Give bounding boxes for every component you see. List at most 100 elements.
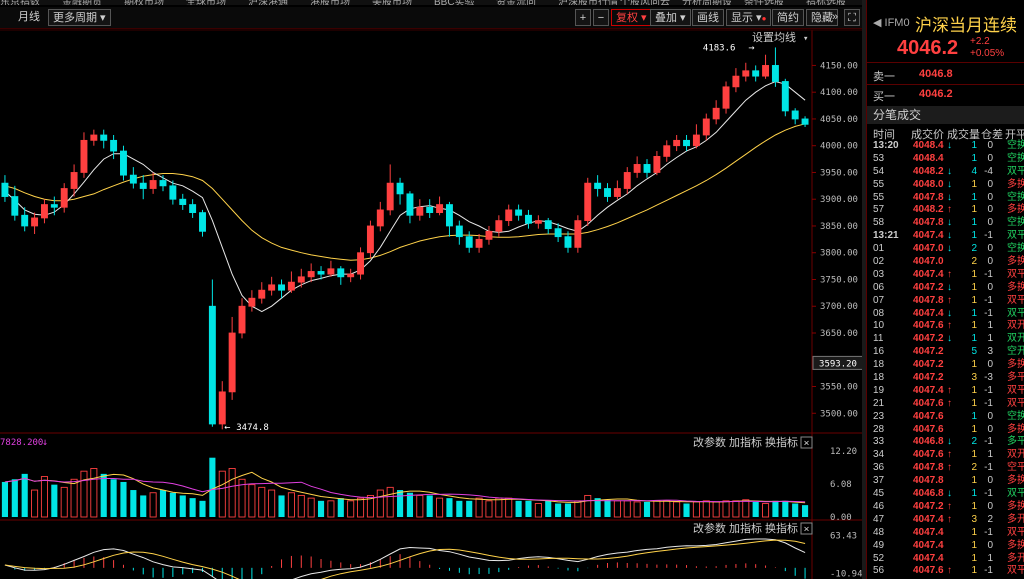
tick-time: 46 xyxy=(873,500,885,512)
volume-bar xyxy=(702,500,710,518)
tick-volume: 1 xyxy=(971,397,977,409)
volume-bar xyxy=(11,479,18,517)
volume-panel-swap-indicator-button[interactable]: 换指标 xyxy=(765,435,798,449)
tick-row: 10 4047.6↑ 11 双开 xyxy=(867,320,1024,333)
arrow-up-icon: ↑ xyxy=(947,397,952,409)
candle-body xyxy=(258,289,266,299)
volume-bar xyxy=(376,489,384,518)
tick-oi-change: -1 xyxy=(984,488,993,500)
volume-bar xyxy=(525,500,532,517)
tick-volume: 2 xyxy=(971,243,977,255)
tick-row: 28 4047.6 10 多换 xyxy=(867,424,1024,437)
candle-body xyxy=(90,134,98,141)
candle-body xyxy=(159,180,167,187)
tick-price: 4047.4 xyxy=(913,526,944,538)
volume-bar xyxy=(782,500,789,517)
arrow-down-icon: ↓ xyxy=(947,178,952,190)
tick-type: 双平 xyxy=(1007,268,1024,280)
candle-body xyxy=(722,86,730,109)
tick-price: 4047.4 xyxy=(913,513,944,525)
candle-body xyxy=(732,75,740,88)
volume-bar xyxy=(801,505,809,517)
chevron-down-icon: ▾ xyxy=(803,34,808,44)
tick-oi-change: -1 xyxy=(984,565,993,577)
candle-body xyxy=(208,305,216,425)
osc-panel-swap-indicator-button[interactable]: 换指标 xyxy=(765,521,798,535)
tick-price: 4047.4 xyxy=(913,307,944,319)
volume-bar xyxy=(278,495,285,517)
volume-bar xyxy=(555,503,562,517)
tick-section-title[interactable]: 分笔成交 xyxy=(867,106,1024,124)
price-change-abs: +2.2 xyxy=(970,36,990,47)
tick-time: 11 xyxy=(873,333,884,345)
candle-body xyxy=(50,204,58,208)
candle-body xyxy=(544,220,552,230)
y-tick-label: 3900.00 xyxy=(820,195,858,205)
tick-type: 多换 xyxy=(1007,359,1024,371)
kline-chart[interactable]: 4150.00 4100.00 4050.00 4000.00 3950.00 3900.… xyxy=(0,0,862,579)
tick-list[interactable]: 13:204048.4↓10空换534048.410空换544048.2↓4-4… xyxy=(867,140,1024,578)
tick-volume: 1 xyxy=(971,191,977,203)
tick-price: 4048.0 xyxy=(913,178,944,190)
candle-body xyxy=(781,81,789,112)
candle-body xyxy=(278,284,285,291)
tick-volume: 1 xyxy=(971,178,977,190)
high-price-label: 4183.6 xyxy=(703,43,736,53)
tick-oi-change: 0 xyxy=(987,256,993,268)
tick-type: 双平 xyxy=(1007,307,1024,319)
candle-body xyxy=(366,225,374,254)
candle-body xyxy=(376,209,384,227)
tick-time: 55 xyxy=(873,191,885,203)
osc-panel-edit-params-button[interactable]: 改参数 xyxy=(693,521,726,535)
volume-bar xyxy=(287,492,295,518)
volume-bar xyxy=(446,498,453,517)
candle-body xyxy=(554,228,562,238)
y-tick-label: 3750.00 xyxy=(820,275,858,285)
tick-oi-change: 0 xyxy=(987,281,993,293)
arrow-down-icon: ↓ xyxy=(947,281,952,293)
tick-volume: 1 xyxy=(971,204,977,216)
volume-bar xyxy=(51,484,58,517)
tick-type: 空换 xyxy=(1007,217,1024,229)
volume-panel-edit-params-button[interactable]: 改参数 xyxy=(693,435,726,449)
tick-type: 双平 xyxy=(1007,294,1024,306)
tick-type: 多换 xyxy=(1007,500,1024,512)
tick-oi-change: -1 xyxy=(984,230,993,242)
tick-price: 4047.2 xyxy=(913,359,944,371)
osc-panel-add-indicator-button[interactable]: 加指标 xyxy=(729,521,762,535)
candle-body xyxy=(317,271,325,275)
triangle-left-icon: ◀ xyxy=(873,17,885,29)
contract-code-label: IFM0 xyxy=(884,17,910,29)
tick-time: 23 xyxy=(873,410,885,422)
candle-body xyxy=(712,107,720,120)
arrow-up-icon: ↑ xyxy=(947,449,952,461)
volume-bar xyxy=(742,499,750,518)
last-price: 4046.2 xyxy=(897,37,959,59)
volume-panel-add-indicator-button[interactable]: 加指标 xyxy=(729,435,762,449)
ma-short-line xyxy=(4,80,806,313)
arrow-down-icon: ↓ xyxy=(947,243,952,255)
y-tick-label: 4000.00 xyxy=(820,142,858,152)
volume-bar xyxy=(673,501,681,518)
candle-body xyxy=(248,297,256,307)
tick-price: 4047.2 xyxy=(913,281,944,293)
candle-body xyxy=(396,182,404,195)
tick-type: 双开 xyxy=(1007,320,1024,332)
candle-body xyxy=(505,209,513,222)
volume-bar xyxy=(31,489,39,518)
candle-body xyxy=(110,139,118,152)
candle-body xyxy=(120,150,127,176)
tick-volume: 1 xyxy=(971,294,977,306)
arrow-up-icon: ↑ xyxy=(947,565,952,577)
volume-bar xyxy=(732,500,740,518)
volume-bar xyxy=(564,503,572,517)
volume-bar xyxy=(209,457,216,517)
tick-oi-change: 1 xyxy=(987,449,993,461)
tick-row: 13:20 4048.4↓ 10 空换 xyxy=(867,140,1024,153)
ma-settings-button[interactable]: 设置均线 xyxy=(752,30,796,44)
volume-bar xyxy=(772,500,779,517)
volume-bar xyxy=(307,497,315,518)
candle-body xyxy=(643,164,651,173)
volume-bar xyxy=(406,492,414,517)
tick-oi-change: 2 xyxy=(987,513,993,525)
